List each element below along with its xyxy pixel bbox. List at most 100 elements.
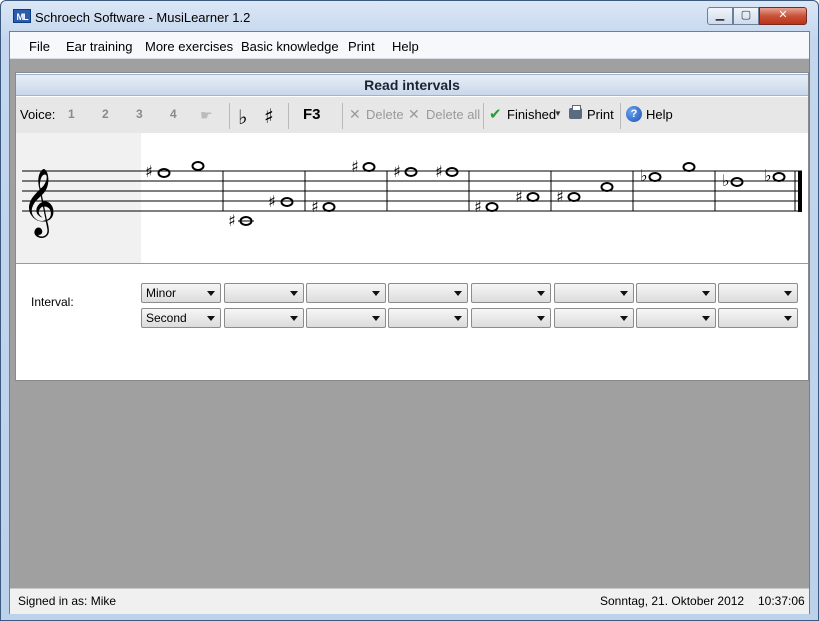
svg-text:♭: ♭ xyxy=(764,166,772,185)
chevron-down-icon xyxy=(372,316,380,321)
chevron-down-icon xyxy=(454,291,462,296)
menu-basic-knowledge[interactable]: Basic knowledge xyxy=(241,39,339,54)
svg-text:♭: ♭ xyxy=(722,171,730,190)
sharp-button[interactable]: ♯ xyxy=(264,104,274,128)
status-date: Sonntag, 21. Oktober 2012 xyxy=(600,594,745,608)
toolbar-separator xyxy=(288,103,289,129)
svg-text:♯: ♯ xyxy=(556,187,564,206)
voice-3-button[interactable]: 3 xyxy=(136,107,143,121)
menu-print[interactable]: Print xyxy=(348,39,375,54)
interval-type-select-7[interactable] xyxy=(636,308,716,328)
staff-lines xyxy=(22,170,802,212)
interval-quality-select-6[interactable] xyxy=(554,283,634,303)
svg-text:♯: ♯ xyxy=(228,211,236,230)
toolbar: Voice: 1 2 3 4 ☛ ♭ ♯ F3 ✕ Delete ✕ Delet… xyxy=(16,97,808,133)
delete-all-icon: ✕ xyxy=(408,106,420,122)
svg-text:♭: ♭ xyxy=(640,166,648,185)
voice-label: Voice: xyxy=(20,107,56,122)
menu-bar: File Ear training More exercises Basic k… xyxy=(10,32,809,59)
interval-quality-select-1[interactable]: Minor xyxy=(141,283,221,303)
chevron-down-icon xyxy=(207,291,215,296)
interval-type-select-6[interactable] xyxy=(554,308,634,328)
chevron-down-icon xyxy=(620,291,628,296)
minimize-button[interactable]: ▁ xyxy=(707,7,733,25)
voice-1-button[interactable]: 1 xyxy=(68,107,75,121)
final-barline xyxy=(798,171,802,212)
signed-in-user: Signed in as: Mike xyxy=(18,594,117,608)
delete-all-button[interactable]: Delete all xyxy=(426,107,480,122)
svg-text:♯: ♯ xyxy=(393,162,401,181)
chevron-down-icon xyxy=(537,291,545,296)
voice-4-button[interactable]: 4 xyxy=(170,107,177,121)
hand-pointer-icon[interactable]: ☛ xyxy=(200,107,214,123)
menu-help[interactable]: Help xyxy=(392,39,419,54)
read-intervals-panel: Read intervals Voice: 1 2 3 4 ☛ ♭ ♯ F3 ✕… xyxy=(15,72,809,381)
interval-quality-select-8[interactable] xyxy=(718,283,798,303)
panel-title: Read intervals xyxy=(16,74,808,96)
key-button[interactable]: F3 xyxy=(303,106,321,123)
chevron-down-icon xyxy=(290,316,298,321)
svg-text:♯: ♯ xyxy=(145,162,153,181)
status-bar: Signed in as: Mike Sonntag, 21. Oktober … xyxy=(10,588,809,614)
divider xyxy=(16,263,808,264)
delete-icon: ✕ xyxy=(349,106,361,122)
notes: ♯ ♯ ♯ ♯ ♯ ♯ ♯ ♯ ♯ ♯ ♭ ♭ ♭ xyxy=(145,157,786,230)
select-value: Minor xyxy=(146,286,177,300)
interval-quality-select-2[interactable] xyxy=(224,283,304,303)
interval-quality-select-7[interactable] xyxy=(636,283,716,303)
maximize-button[interactable]: ▢ xyxy=(733,7,759,25)
interval-label: Interval: xyxy=(31,295,74,309)
close-button[interactable]: ✕ xyxy=(759,7,807,25)
app-icon: ML xyxy=(13,9,31,23)
toolbar-separator xyxy=(483,103,484,129)
voice-2-button[interactable]: 2 xyxy=(102,107,109,121)
chevron-down-icon xyxy=(702,316,710,321)
chevron-down-icon xyxy=(702,291,710,296)
status-time: 10:37:06 xyxy=(758,594,805,608)
interval-type-select-3[interactable] xyxy=(306,308,386,328)
toolbar-separator xyxy=(229,103,230,129)
window-title: Schroech Software - MusiLearner 1.2 xyxy=(35,10,251,25)
finished-button[interactable]: Finished xyxy=(507,107,556,122)
flat-button[interactable]: ♭ xyxy=(238,105,247,129)
menu-ear-training[interactable]: Ear training xyxy=(66,39,132,54)
chevron-down-icon xyxy=(454,316,462,321)
chevron-down-icon xyxy=(290,291,298,296)
main-window: ML Schroech Software - MusiLearner 1.2 ▁… xyxy=(0,0,819,621)
interval-quality-select-4[interactable] xyxy=(388,283,468,303)
help-button[interactable]: Help xyxy=(646,107,673,122)
chevron-down-icon xyxy=(537,316,545,321)
client-area: File Ear training More exercises Basic k… xyxy=(9,31,810,614)
chevron-down-icon xyxy=(372,291,380,296)
svg-text:♯: ♯ xyxy=(311,197,319,216)
interval-type-select-2[interactable] xyxy=(224,308,304,328)
interval-type-select-5[interactable] xyxy=(471,308,551,328)
chevron-down-icon xyxy=(207,316,215,321)
toolbar-separator xyxy=(342,103,343,129)
chevron-down-icon xyxy=(620,316,628,321)
music-staff[interactable]: 𝄞 ♯ ♯ ♯ ♯ ♯ ♯ ♯ ♯ ♯ ♯ ♭ ♭ ♭ xyxy=(16,133,808,263)
help-icon: ? xyxy=(626,106,642,122)
chevron-down-icon[interactable]: ▼ xyxy=(554,109,562,118)
staff-area[interactable]: 𝄞 ♯ ♯ ♯ ♯ ♯ ♯ ♯ ♯ ♯ ♯ ♭ ♭ ♭ xyxy=(16,133,808,263)
title-bar[interactable]: ML Schroech Software - MusiLearner 1.2 ▁… xyxy=(1,1,818,31)
interval-type-select-8[interactable] xyxy=(718,308,798,328)
delete-button[interactable]: Delete xyxy=(366,107,404,122)
print-button[interactable]: Print xyxy=(587,107,614,122)
svg-text:♯: ♯ xyxy=(351,157,359,176)
interval-quality-select-3[interactable] xyxy=(306,283,386,303)
svg-text:♯: ♯ xyxy=(474,197,482,216)
interval-type-select-4[interactable] xyxy=(388,308,468,328)
svg-text:♯: ♯ xyxy=(268,192,276,211)
svg-text:♯: ♯ xyxy=(435,162,443,181)
chevron-down-icon xyxy=(784,291,792,296)
interval-type-select-1[interactable]: Second xyxy=(141,308,221,328)
printer-icon xyxy=(569,105,582,119)
toolbar-separator xyxy=(620,103,621,129)
check-icon: ✔ xyxy=(489,106,502,123)
select-value: Second xyxy=(146,311,187,325)
chevron-down-icon xyxy=(784,316,792,321)
menu-file[interactable]: File xyxy=(29,39,50,54)
interval-quality-select-5[interactable] xyxy=(471,283,551,303)
menu-more-exercises[interactable]: More exercises xyxy=(145,39,233,54)
